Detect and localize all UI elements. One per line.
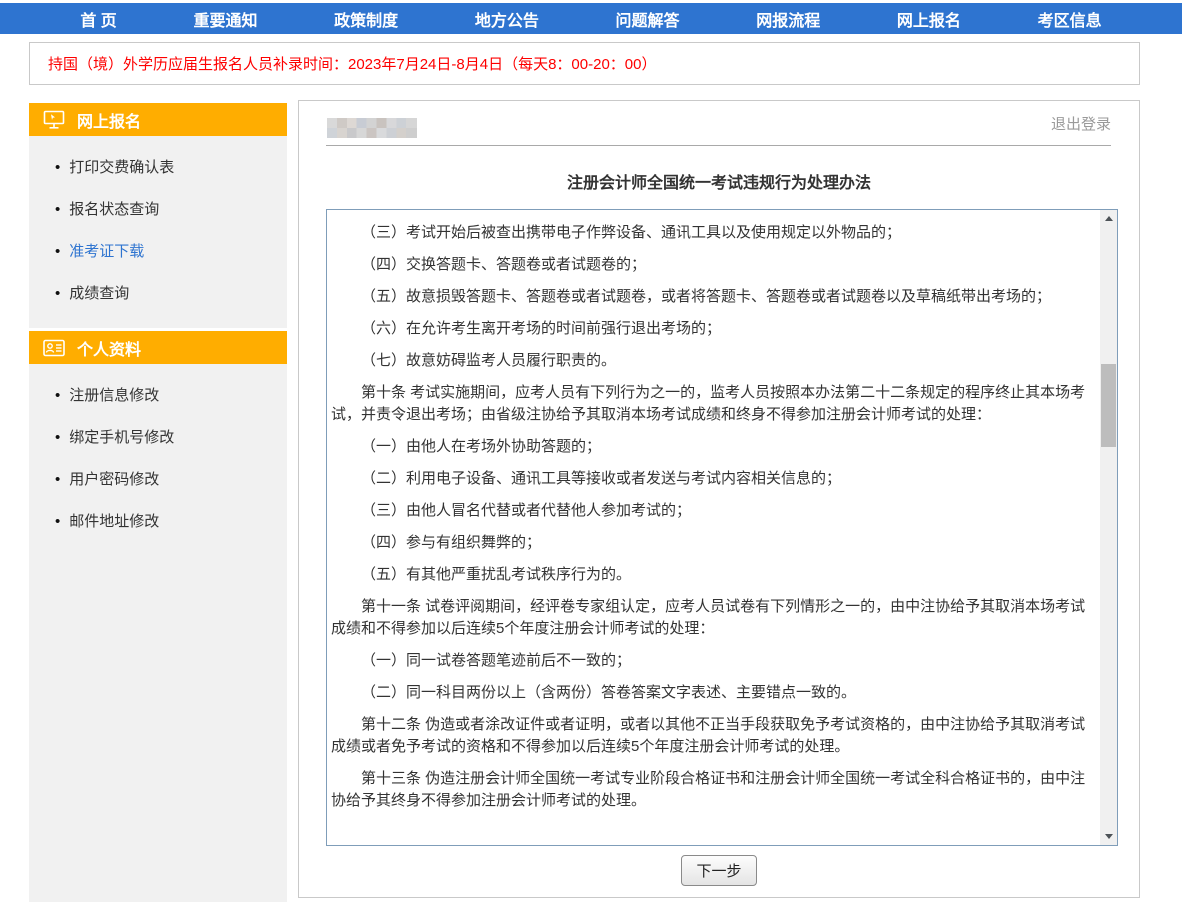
sidebar-item-password-modify[interactable]: 用户密码修改 [29,459,287,501]
scrollbar[interactable] [1100,210,1117,845]
notice-bar: 持国（境）外学历应届生报名人员补录时间：2023年7月24日-8月4日（每天8：… [29,42,1140,85]
regulation-paragraph: 第十一条 试卷评阅期间，经评卷专家组认定，应考人员试卷有下列情形之一的，由中注协… [331,596,1092,640]
button-row: 下一步 [299,844,1139,897]
regulations-text: （三）考试开始后被查出携带电子作弊设备、通讯工具以及使用规定以外物品的； （四）… [327,210,1100,845]
nav-item-registration-process[interactable]: 网报流程 [756,7,820,31]
regulation-paragraph: 第十二条 伪造或者涂改证件或者证明，或者以其他不正当手段获取免予考试资格的，由中… [331,714,1092,758]
scrollbar-thumb[interactable] [1101,364,1116,447]
sidebar-section-online-registration-items: 打印交费确认表 报名状态查询 准考证下载 成绩查询 [29,136,287,328]
sidebar-item-label: 打印交费确认表 [69,147,174,189]
scroll-down-icon[interactable] [1100,828,1117,845]
sidebar-section-personal-info-items: 注册信息修改 绑定手机号修改 用户密码修改 邮件地址修改 [29,364,287,902]
sidebar-item-admission-ticket-download[interactable]: 准考证下载 [29,231,287,273]
sidebar: 网上报名 打印交费确认表 报名状态查询 准考证下载 成绩查询 个人资料 [29,103,287,902]
nav-item-policies[interactable]: 政策制度 [334,7,398,31]
regulation-paragraph: 第十条 考试实施期间，应考人员有下列行为之一的，监考人员按照本办法第二十二条规定… [331,382,1092,426]
regulation-paragraph: （一）同一试卷答题笔迹前后不一致的； [331,650,1092,672]
sidebar-item-label: 绑定手机号修改 [69,417,174,459]
header-divider [326,145,1111,146]
nav-item-exam-area-info[interactable]: 考区信息 [1038,7,1102,31]
main-panel: 退出登录 注册会计师全国统一考试违规行为处理办法 （三）考试开始后被查出携带电子… [298,100,1140,898]
sidebar-item-label: 报名状态查询 [69,189,159,231]
panel-header: 退出登录 [299,101,1139,145]
sidebar-item-label: 准考证下载 [69,231,144,273]
sidebar-item-print-payment-confirmation[interactable]: 打印交费确认表 [29,147,287,189]
monitor-icon [43,110,65,130]
sidebar-section-online-registration-header: 网上报名 [29,103,287,136]
sidebar-item-registration-status-query[interactable]: 报名状态查询 [29,189,287,231]
sidebar-item-registration-info-modify[interactable]: 注册信息修改 [29,375,287,417]
nav-item-local-announcements[interactable]: 地方公告 [475,7,539,31]
regulation-paragraph: （七）故意妨碍监考人员履行职责的。 [331,350,1092,372]
regulation-paragraph: （三）由他人冒名代替或者代替他人参加考试的； [331,500,1092,522]
logout-link[interactable]: 退出登录 [1051,113,1111,134]
sidebar-item-label: 用户密码修改 [69,459,159,501]
nav-item-important-notices[interactable]: 重要通知 [193,7,257,31]
regulation-paragraph: （四）参与有组织舞弊的； [331,532,1092,554]
user-name-redacted [327,118,417,138]
document-title: 注册会计师全国统一考试违规行为处理办法 [299,169,1139,193]
id-card-icon [43,339,65,357]
sidebar-section-personal-info-header: 个人资料 [29,331,287,364]
regulation-paragraph: （二）利用电子设备、通讯工具等接收或者发送与考试内容相关信息的； [331,468,1092,490]
regulation-paragraph: 第十三条 伪造注册会计师全国统一考试专业阶段合格证书和注册会计师全国统一考试全科… [331,768,1092,812]
regulation-paragraph: （三）考试开始后被查出携带电子作弊设备、通讯工具以及使用规定以外物品的； [331,222,1092,244]
regulation-paragraph: （四）交换答题卡、答题卷或者试题卷的； [331,254,1092,276]
nav-item-faq[interactable]: 问题解答 [616,7,680,31]
page: 首 页 重要通知 政策制度 地方公告 问题解答 网报流程 网上报名 考区信息 持… [0,0,1182,907]
scroll-up-icon[interactable] [1100,210,1117,227]
sidebar-item-label: 成绩查询 [69,273,129,315]
regulation-paragraph: （一）由他人在考场外协助答题的； [331,436,1092,458]
sidebar-section-title: 网上报名 [77,108,141,132]
regulation-paragraph: （五）故意损毁答题卡、答题卷或者试题卷，或者将答题卡、答题卷或者试题卷以及草稿纸… [331,286,1092,308]
sidebar-section-title: 个人资料 [77,336,141,360]
notice-text: 持国（境）外学历应届生报名人员补录时间：2023年7月24日-8月4日（每天8：… [48,53,656,74]
nav-item-home[interactable]: 首 页 [80,7,116,31]
top-navbar: 首 页 重要通知 政策制度 地方公告 问题解答 网报流程 网上报名 考区信息 [0,3,1182,34]
sidebar-item-label: 邮件地址修改 [69,501,159,543]
sidebar-item-email-modify[interactable]: 邮件地址修改 [29,501,287,543]
next-step-button[interactable]: 下一步 [681,855,756,886]
nav-item-online-registration[interactable]: 网上报名 [897,7,961,31]
sidebar-item-label: 注册信息修改 [69,375,159,417]
regulation-paragraph: （六）在允许考生离开考场的时间前强行退出考场的； [331,318,1092,340]
sidebar-item-bound-phone-modify[interactable]: 绑定手机号修改 [29,417,287,459]
regulations-scrollbox[interactable]: （三）考试开始后被查出携带电子作弊设备、通讯工具以及使用规定以外物品的； （四）… [326,209,1118,846]
regulation-paragraph: （五）有其他严重扰乱考试秩序行为的。 [331,564,1092,586]
sidebar-item-score-query[interactable]: 成绩查询 [29,273,287,315]
regulation-paragraph: （二）同一科目两份以上（含两份）答卷答案文字表述、主要错点一致的。 [331,682,1092,704]
